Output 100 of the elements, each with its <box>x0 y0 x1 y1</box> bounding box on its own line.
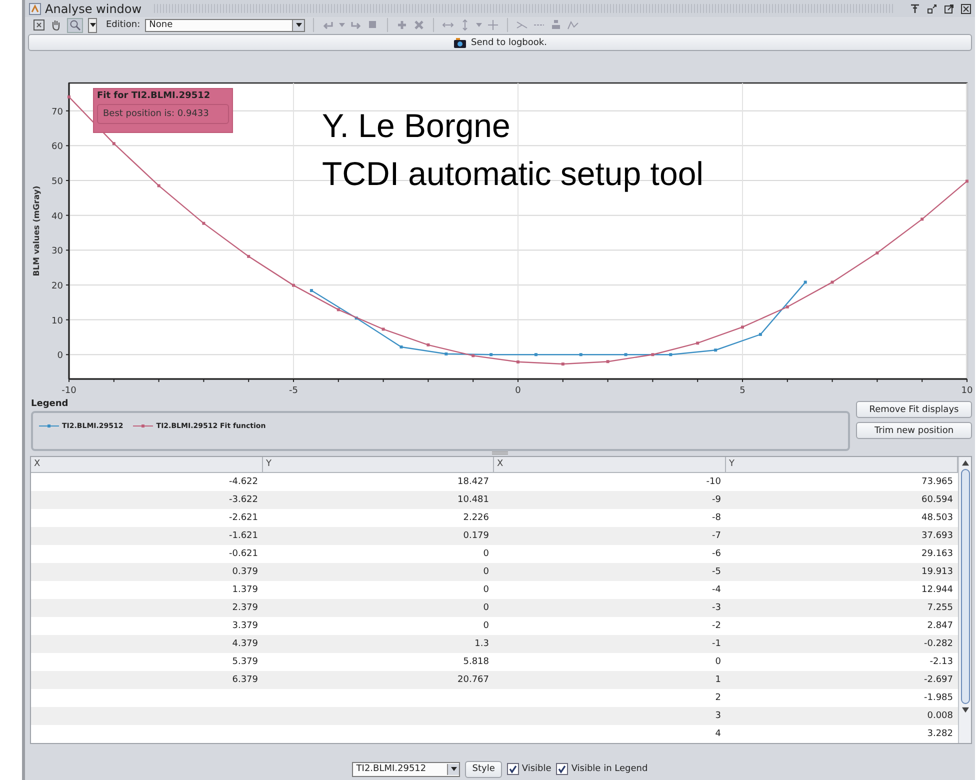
table-cell: -1.621 <box>228 531 258 541</box>
column-header[interactable]: Y <box>263 457 494 472</box>
point <box>606 360 610 364</box>
table-cell: -0.621 <box>228 549 258 559</box>
point <box>534 353 538 356</box>
table-cell: -4 <box>712 585 721 595</box>
table-cell: -2.13 <box>930 657 953 667</box>
table-cell: 6.379 <box>232 675 258 685</box>
table-cell: -2 <box>712 621 721 631</box>
stack-icon[interactable] <box>550 19 562 31</box>
table-cell: 1 <box>715 675 721 685</box>
splitter-handle-icon[interactable] <box>492 451 508 455</box>
point <box>157 184 160 188</box>
table-cell: -2.621 <box>228 513 258 523</box>
table-cell: 4 <box>715 729 721 739</box>
table-cell: -6 <box>712 549 721 559</box>
column-header[interactable]: X <box>494 457 726 472</box>
camera-icon <box>453 36 468 48</box>
up-arrow-icon[interactable] <box>962 460 968 466</box>
y-tick-label: 70 <box>52 107 63 118</box>
app-icon <box>29 2 41 14</box>
point <box>786 305 789 308</box>
table-cell: 4.379 <box>232 639 258 649</box>
point <box>624 353 628 356</box>
delete-icon[interactable] <box>413 19 426 31</box>
send-to-logbook-button[interactable]: Send to logbook. <box>28 34 972 51</box>
table-cell: 60.594 <box>922 495 953 505</box>
pin-icon[interactable] <box>910 4 920 14</box>
side-button[interactable]: Remove Fit displays <box>856 401 972 418</box>
hand-icon[interactable] <box>50 19 62 31</box>
point <box>382 328 385 331</box>
column-header[interactable]: X <box>31 457 263 472</box>
table-cell: 5.379 <box>232 657 258 667</box>
point <box>444 352 448 356</box>
table-cell: -1.985 <box>924 693 953 703</box>
point <box>714 348 718 352</box>
checkbox-label: Visible <box>522 764 552 774</box>
table-cell: 20.767 <box>458 675 489 685</box>
point <box>202 222 206 225</box>
legend-line-icon <box>133 423 154 429</box>
point <box>669 353 672 356</box>
table-cell: 0 <box>715 657 721 667</box>
table-cell: 19.913 <box>922 567 953 577</box>
close-icon[interactable] <box>961 4 971 14</box>
point <box>830 280 834 284</box>
edition-select[interactable]: None <box>145 18 306 32</box>
x-tick-label: -10 <box>62 386 76 396</box>
table-cell: 0 <box>483 603 489 613</box>
caret-icon[interactable] <box>476 23 482 27</box>
series-select[interactable]: TI2.BLMI.29512 <box>352 762 460 776</box>
table-cell: 5.818 <box>463 657 489 667</box>
plus-icon[interactable] <box>396 19 408 31</box>
point <box>336 308 340 312</box>
table-cell: -10 <box>706 477 721 487</box>
table-cell: 3.379 <box>232 621 258 631</box>
y-tick-label: 40 <box>52 212 63 222</box>
x-tick-label: 5 <box>740 386 746 396</box>
table-cell: 2.847 <box>927 621 953 631</box>
y-tick-label: 50 <box>52 177 63 187</box>
zoom-button[interactable] <box>67 18 83 32</box>
minimize-icon[interactable] <box>927 4 937 14</box>
dropdown-button[interactable] <box>88 18 97 32</box>
maximize-icon[interactable] <box>944 4 954 14</box>
legend-title: Legend <box>31 399 70 409</box>
move-icon[interactable] <box>487 19 500 31</box>
down-arrow-icon[interactable] <box>962 707 968 713</box>
style-button[interactable]: Style <box>465 760 502 778</box>
side-button[interactable]: Trim new position <box>856 422 972 439</box>
table-cell: 10.481 <box>458 495 489 505</box>
table-cell: -8 <box>712 513 721 523</box>
table-cell: 0 <box>483 585 489 595</box>
checkbox[interactable] <box>506 763 519 775</box>
point <box>247 254 250 258</box>
caret-icon <box>450 767 457 771</box>
checkbox[interactable] <box>556 763 568 775</box>
table-cell: 3.282 <box>927 729 953 739</box>
point <box>292 284 295 287</box>
y-tick-label: 20 <box>52 281 63 292</box>
table-cell: 18.427 <box>458 477 489 487</box>
y-tick-label: 30 <box>52 246 63 257</box>
table-cell: 0.379 <box>232 567 258 577</box>
curve-icon[interactable] <box>567 19 580 31</box>
point <box>651 353 654 356</box>
table-cell: -4.622 <box>228 477 258 487</box>
table-cell: 0.179 <box>463 531 489 541</box>
fit-icon[interactable] <box>33 19 45 31</box>
point <box>516 360 520 364</box>
table-cell: 12.944 <box>922 585 953 595</box>
table-cell: 2.226 <box>463 513 489 523</box>
undo-icon[interactable] <box>322 19 334 31</box>
table-cell: 0 <box>483 549 489 559</box>
table-cell: 0 <box>483 621 489 631</box>
table-cell: -0.282 <box>924 639 953 649</box>
point <box>310 289 313 292</box>
caret-icon[interactable] <box>339 23 346 27</box>
point <box>472 354 475 358</box>
table-cell: 1.3 <box>474 639 489 649</box>
scrollbar[interactable] <box>958 457 971 743</box>
edition-label: Edition: <box>106 20 140 30</box>
redo-icon[interactable] <box>350 19 362 31</box>
